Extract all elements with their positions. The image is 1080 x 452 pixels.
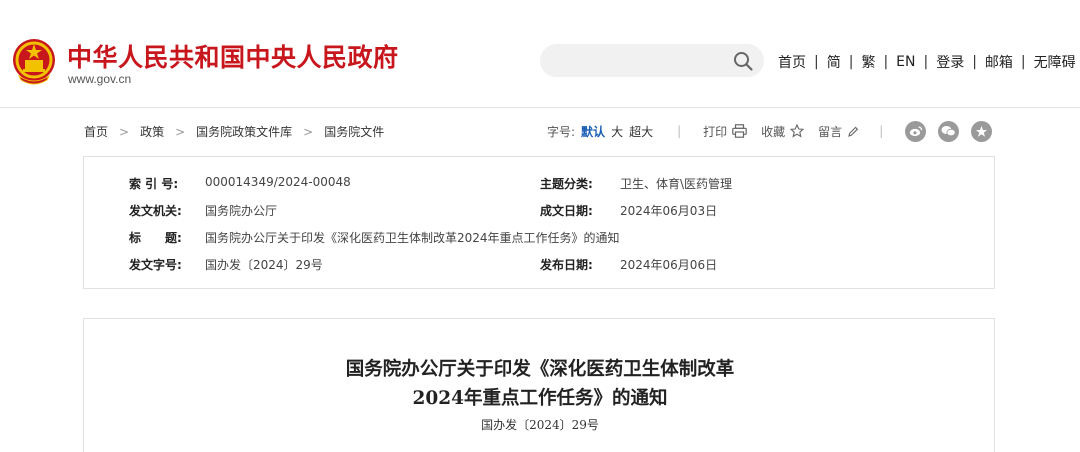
nav-traditional[interactable]: 繁 [861, 52, 875, 72]
share-group [905, 120, 1004, 142]
info-issuer-label: 发文机关: [129, 204, 182, 218]
font-size-label: 字号: [547, 124, 576, 139]
national-emblem-icon[interactable] [11, 36, 57, 86]
print-icon [732, 124, 747, 138]
font-size-default[interactable]: 默认 [581, 123, 605, 140]
info-title-label: 标 题: [129, 231, 182, 245]
breadcrumb-separator: > [119, 124, 130, 139]
nav-simplified[interactable]: 简 [827, 52, 841, 72]
article-title: 国务院办公厅关于印发《深化医药卫生体制改革 2024年重点工作任务》的通知 [84, 355, 996, 413]
comment-label: 留言 [818, 124, 843, 139]
toolbar-divider: | [879, 124, 884, 138]
info-issuer-row: 发文机关: 国务院办公厅 [129, 202, 277, 219]
toolbar-divider: | [677, 124, 682, 138]
breadcrumb-separator: > [175, 124, 186, 139]
breadcrumb-separator: > [303, 124, 314, 139]
top-nav: 首页 | 简 | 繁 | EN | 登录 | 邮箱 | 无障碍 [778, 52, 1076, 72]
site-header: 中华人民共和国中央人民政府 www.gov.cn 首页 | 简 | 繁 | EN… [0, 0, 1080, 108]
document-info-box: 索 引 号: 000014349/2024-00048 主题分类: 卫生、体育\… [83, 156, 995, 289]
info-category-label: 主题分类: [540, 177, 593, 191]
info-index-row: 索 引 号: 000014349/2024-00048 [129, 175, 351, 192]
info-title-row: 标 题: 国务院办公厅关于印发《深化医药卫生体制改革2024年重点工作任务》的通… [129, 229, 620, 246]
info-category-value: 卫生、体育\医药管理 [620, 177, 733, 191]
party-icon [976, 125, 988, 137]
info-doc-no-row: 发文字号: 国办发〔2024〕29号 [129, 256, 323, 273]
info-doc-no-label: 发文字号: [129, 258, 182, 272]
nav-separator: | [972, 54, 977, 70]
article-doc-number: 国办发〔2024〕29号 [481, 418, 599, 432]
wechat-icon [941, 126, 956, 137]
font-size-large[interactable]: 大 [611, 123, 623, 140]
info-written-date-label: 成文日期: [540, 204, 593, 218]
weibo-icon [909, 126, 922, 137]
print-label: 打印 [703, 124, 728, 139]
article-title-line2: 2024年重点工作任务》的通知 [412, 388, 668, 409]
wechat-share-button[interactable] [938, 120, 960, 142]
nav-separator: | [883, 54, 889, 70]
info-issuer-value: 国务院办公厅 [205, 204, 278, 218]
info-written-date-value: 2024年06月03日 [620, 204, 718, 218]
favorite-label: 收藏 [761, 124, 786, 139]
article-body: 国务院办公厅关于印发《深化医药卫生体制改革 2024年重点工作任务》的通知 国办… [83, 318, 995, 452]
breadcrumb-policy[interactable]: 政策 [140, 123, 164, 140]
breadcrumb: 首页 > 政策 > 国务院政策文件库 > 国务院文件 [84, 123, 384, 140]
info-publish-date-label: 发布日期: [540, 258, 593, 272]
info-written-date-row: 成文日期: 2024年06月03日 [540, 202, 717, 219]
pencil-icon [848, 126, 859, 137]
font-size-xlarge[interactable]: 超大 [629, 123, 653, 140]
star-icon [790, 124, 805, 138]
article-toolbar: 字号: 默认 大 超大 | 打印 收藏 留言 | [547, 120, 1004, 142]
nav-separator: | [814, 54, 819, 70]
info-doc-no-value: 国办发〔2024〕29号 [205, 258, 323, 272]
breadcrumb-policy-library[interactable]: 国务院政策文件库 [196, 123, 292, 140]
info-publish-date-row: 发布日期: 2024年06月06日 [540, 256, 717, 273]
nav-home[interactable]: 首页 [778, 52, 806, 72]
info-title-value: 国务院办公厅关于印发《深化医药卫生体制改革2024年重点工作任务》的通知 [205, 231, 620, 245]
info-category-row: 主题分类: 卫生、体育\医药管理 [540, 175, 732, 192]
site-url: www.gov.cn [68, 72, 132, 86]
nav-english[interactable]: EN [896, 54, 915, 70]
print-button[interactable]: 打印 [703, 123, 747, 140]
info-index-value: 000014349/2024-00048 [205, 175, 351, 189]
weibo-share-button[interactable] [905, 120, 927, 142]
search-input[interactable] [540, 44, 764, 77]
info-index-label: 索 引 号: [129, 177, 179, 191]
site-title[interactable]: 中华人民共和国中央人民政府 [67, 38, 399, 74]
article-title-line1: 国务院办公厅关于印发《深化医药卫生体制改革 [345, 359, 735, 380]
nav-login[interactable]: 登录 [936, 52, 964, 72]
search-icon[interactable] [732, 50, 754, 72]
comment-button[interactable]: 留言 [818, 123, 859, 140]
party-share-button[interactable] [971, 120, 993, 142]
info-publish-date-value: 2024年06月06日 [620, 258, 718, 272]
nav-mail[interactable]: 邮箱 [985, 52, 1013, 72]
nav-separator: | [923, 54, 929, 70]
breadcrumb-state-council-docs[interactable]: 国务院文件 [324, 123, 384, 140]
breadcrumb-home[interactable]: 首页 [84, 123, 108, 140]
nav-accessibility[interactable]: 无障碍 [1034, 52, 1076, 72]
nav-separator: | [848, 54, 854, 70]
nav-separator: | [1020, 54, 1026, 70]
favorite-button[interactable]: 收藏 [761, 123, 805, 140]
